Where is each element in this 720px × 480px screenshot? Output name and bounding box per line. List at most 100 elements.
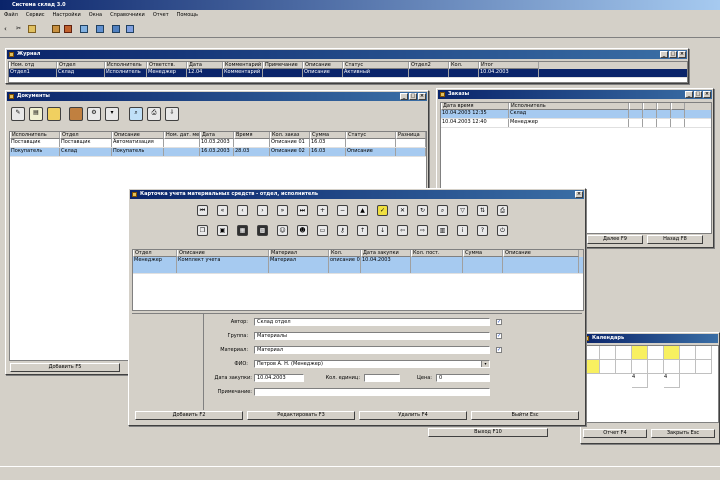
group-field[interactable]: Материалы [254,332,490,340]
col-header[interactable]: Статус [343,62,409,69]
minimize-icon[interactable]: _ [400,93,408,100]
tool-window-icon[interactable] [80,25,88,33]
col-header[interactable]: Отдел2 [409,62,449,69]
menu-windows[interactable]: Окна [89,11,102,20]
info-icon[interactable]: i [457,225,468,236]
calendar-cell[interactable] [600,360,616,374]
col-header[interactable]: Описание [177,250,269,257]
qty-field[interactable] [364,374,400,382]
copy-icon[interactable]: ❐ [197,225,208,236]
author-field[interactable]: Склад отдел [254,318,490,326]
col-header[interactable]: Описание [303,62,343,69]
col-header[interactable]: Кол. заказ [270,132,310,139]
filter-icon[interactable]: ▽ [457,205,468,216]
table-row[interactable]: 10.04.2003 12:40 Менеджер [441,119,711,128]
cell-check[interactable] [629,110,643,118]
col-header[interactable]: Дата закупки [361,250,411,257]
col-header[interactable]: Исполнитель [105,62,147,69]
col-header[interactable]: Время [234,132,270,139]
dialog-exit-button[interactable]: Выйти Esc [471,411,579,420]
cell-check[interactable] [657,110,671,118]
back-button[interactable]: Назад F8 [647,235,703,244]
print-icon[interactable]: ⎙ [497,205,508,216]
close-icon[interactable]: × [418,93,426,100]
post-icon[interactable]: ✓ [377,205,388,216]
col-header[interactable]: Дата [187,62,223,69]
col-header[interactable]: Примечание [263,62,303,69]
exit-button[interactable]: Выход F10 [428,428,548,437]
tool-arrow-icon[interactable]: ‹ [4,25,12,33]
refresh-icon[interactable]: ↻ [417,205,428,216]
col-header[interactable]: Разница [396,132,426,139]
maximize-icon[interactable]: □ [694,91,702,98]
add-button[interactable]: Добавить F5 [10,363,120,372]
calendar-cell[interactable] [648,346,664,360]
calendar-icon[interactable]: ▩ [257,225,268,236]
col-header[interactable]: Исполнитель [509,103,629,110]
edit-pencil-icon[interactable]: ✎ [11,107,25,121]
tool-help-icon[interactable] [126,25,134,33]
calendar-cell[interactable] [664,360,680,374]
group-icon[interactable]: ☻ [297,225,308,236]
calendar-cell[interactable] [696,360,712,374]
up-icon[interactable]: ↑ [357,225,368,236]
calendar-cell[interactable] [616,346,632,360]
dropdown-arrow-icon[interactable]: ▾ [481,361,489,367]
next-record-icon[interactable]: › [257,205,268,216]
col-header[interactable]: Итог [479,62,539,69]
print-icon[interactable]: ⎙ [147,107,161,121]
calendar-cell[interactable] [632,346,648,360]
menu-settings[interactable]: Настройки [53,11,81,20]
prev-page-icon[interactable]: « [217,205,228,216]
col-header[interactable]: Ответств. [147,62,187,69]
calendar-cell[interactable] [664,346,680,360]
cancel-icon[interactable]: ✕ [397,205,408,216]
calendar-cell[interactable]: 4 [632,374,648,388]
open-folder-icon[interactable] [47,107,61,121]
import-icon[interactable]: ⇦ [397,225,408,236]
table-row[interactable]: Покупатель Склад Покупатель 16.03.2003 2… [10,148,426,157]
close-icon[interactable]: × [678,51,686,58]
material-field[interactable]: Материал [254,346,490,354]
minimize-icon[interactable]: _ [660,51,668,58]
col-header[interactable]: Ном. отд [9,62,57,69]
calendar-cell[interactable] [632,360,648,374]
col-header[interactable]: Комментарий [223,62,263,69]
filter-icon[interactable]: ▾ [105,107,119,121]
last-record-icon[interactable]: ⏭ [297,205,308,216]
menu-refs[interactable]: Справочники [110,11,145,20]
calendar-cell[interactable] [600,346,616,360]
settings-icon[interactable]: ⚙ [87,107,101,121]
prev-record-icon[interactable]: ‹ [237,205,248,216]
dialog-edit-button[interactable]: Редактировать F3 [247,411,355,420]
delete-icon[interactable]: − [337,205,348,216]
dialog-add-button[interactable]: Добавить F2 [135,411,243,420]
close-icon[interactable]: × [703,91,711,98]
table-row[interactable]: Поставщик Поставщик Автоматизация 10.03.… [10,139,426,148]
cell-check[interactable] [643,110,657,118]
col-header[interactable]: Ном. дат. мест [164,132,200,139]
cell-check[interactable] [657,119,671,127]
menu-file[interactable]: Файл [4,11,18,20]
maximize-icon[interactable]: □ [409,93,417,100]
tool-cascade-icon[interactable] [112,25,120,33]
next-button[interactable]: Далее F9 [587,235,643,244]
menu-report[interactable]: Отчет [153,11,169,20]
col-header[interactable] [629,103,643,110]
maximize-icon[interactable]: □ [669,51,677,58]
col-header[interactable]: Кол. [329,250,361,257]
exit-icon[interactable]: ⏻ [497,225,508,236]
tool-save-icon[interactable] [64,25,72,33]
fio-field[interactable]: Петров А. Н. (Менеджер) ▾ [254,360,490,368]
first-record-icon[interactable]: ⏮ [197,205,208,216]
search-icon[interactable]: ⌕ [437,205,448,216]
tool-open-icon[interactable] [52,25,60,33]
tool-print-icon[interactable] [28,25,36,33]
col-header[interactable]: Дата [200,132,234,139]
col-header[interactable]: Исполнитель [10,132,60,139]
key-icon[interactable]: ⚷ [337,225,348,236]
calendar-cell[interactable] [584,346,600,360]
next-page-icon[interactable]: » [277,205,288,216]
lock-icon[interactable]: ▭ [317,225,328,236]
date-field[interactable]: 10.04.2003 [254,374,304,382]
